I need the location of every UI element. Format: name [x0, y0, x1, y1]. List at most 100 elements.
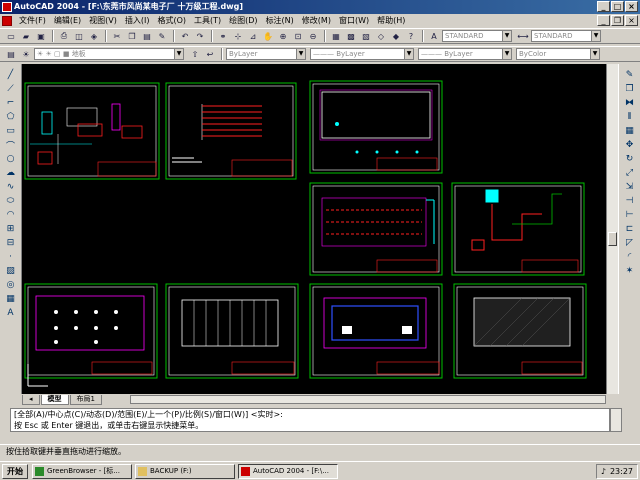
document-icon[interactable] [2, 16, 12, 26]
erase-icon[interactable]: ✎ [623, 68, 637, 82]
menu-window[interactable]: 窗口(W) [335, 14, 373, 28]
menu-edit[interactable]: 编辑(E) [50, 14, 85, 28]
doc-close-button[interactable]: × [625, 15, 638, 26]
maximize-button[interactable]: □ [611, 1, 624, 12]
menu-dimension[interactable]: 标注(N) [262, 14, 298, 28]
make-current-layer-icon[interactable]: ⇧ [188, 48, 202, 61]
menu-file[interactable]: 文件(F) [15, 14, 50, 28]
region-icon[interactable]: ◎ [4, 278, 18, 292]
mirror-icon[interactable]: ⧓ [623, 96, 637, 110]
copy-icon[interactable]: ❐ [125, 30, 139, 43]
chevron-down-icon[interactable]: ▼ [502, 31, 511, 41]
vertical-scroll-thumb[interactable] [608, 232, 617, 246]
save-icon[interactable]: ▣ [34, 30, 48, 43]
drawing-sheet-7[interactable] [165, 283, 299, 379]
mtext-icon[interactable]: A [4, 306, 18, 320]
dim-style-select[interactable]: STANDARD ▼ [531, 30, 601, 42]
make-block-icon[interactable]: ⊟ [4, 236, 18, 250]
minimize-button[interactable]: _ [597, 1, 610, 12]
doc-minimize-button[interactable]: _ [597, 15, 610, 26]
chevron-down-icon[interactable]: ▼ [404, 49, 413, 59]
rotate-icon[interactable]: ↻ [623, 152, 637, 166]
arc-icon[interactable]: ⌒ [4, 138, 18, 152]
menu-modify[interactable]: 修改(M) [298, 14, 335, 28]
new-icon[interactable]: ▭ [4, 30, 18, 43]
command-scrollbar[interactable] [610, 408, 622, 432]
markup-icon[interactable]: ◆ [389, 30, 403, 43]
explode-icon[interactable]: ✶ [623, 264, 637, 278]
volume-icon[interactable]: ♪ [601, 465, 606, 478]
help-icon[interactable]: ? [404, 30, 418, 43]
fillet-icon[interactable]: ◜ [623, 250, 637, 264]
print-icon[interactable]: ⎙ [57, 30, 71, 43]
match-properties-icon[interactable]: ✎ [155, 30, 169, 43]
horizontal-scrollbar[interactable] [130, 395, 606, 404]
menu-tools[interactable]: 工具(T) [190, 14, 225, 28]
drawing-sheet-9[interactable] [453, 283, 587, 379]
construction-line-icon[interactable]: ⟋ [4, 82, 18, 96]
dim-style-icon[interactable]: ⟷ [516, 30, 530, 43]
drawing-sheet-1[interactable] [24, 82, 160, 180]
stretch-icon[interactable]: ⇲ [623, 180, 637, 194]
dbconnect-icon[interactable]: ◇ [374, 30, 388, 43]
tab-model[interactable]: 模型 [40, 394, 69, 405]
move-icon[interactable]: ✥ [623, 138, 637, 152]
point-icon[interactable]: · [4, 250, 18, 264]
drawing-sheet-5[interactable] [451, 182, 585, 276]
drawing-sheet-3[interactable] [309, 80, 443, 174]
array-icon[interactable]: ▦ [623, 124, 637, 138]
paste-icon[interactable]: ▤ [140, 30, 154, 43]
plotstyle-select[interactable]: ByColor ▼ [516, 48, 600, 60]
start-button[interactable]: 开始 [2, 463, 28, 479]
clock[interactable]: 23:27 [610, 465, 633, 478]
chamfer-icon[interactable]: ◸ [623, 236, 637, 250]
insert-block-icon[interactable]: ⊞ [4, 222, 18, 236]
menu-insert[interactable]: 插入(I) [121, 14, 154, 28]
ellipse-arc-icon[interactable]: ◠ [4, 208, 18, 222]
table-icon[interactable]: ▦ [4, 292, 18, 306]
cut-icon[interactable]: ✂ [110, 30, 124, 43]
zoom-realtime-icon[interactable]: ⊕ [276, 30, 290, 43]
polyline-icon[interactable]: ⌐ [4, 96, 18, 110]
layer-previous-icon[interactable]: ↩ [203, 48, 217, 61]
zoom-previous-icon[interactable]: ⊖ [306, 30, 320, 43]
chevron-down-icon[interactable]: ▼ [590, 49, 599, 59]
menu-draw[interactable]: 绘图(D) [225, 14, 261, 28]
ucs-icon[interactable]: ⊿ [246, 30, 260, 43]
chevron-down-icon[interactable]: ▼ [591, 31, 600, 41]
layer-select[interactable]: ☀ ☀ ▢ ■ 地板 ▼ [34, 48, 184, 60]
polygon-icon[interactable]: ⬠ [4, 110, 18, 124]
undo-icon[interactable]: ↶ [178, 30, 192, 43]
tool-palettes-icon[interactable]: ▧ [359, 30, 373, 43]
linetype-select[interactable]: ——— ByLayer ▼ [310, 48, 414, 60]
redo-icon[interactable]: ↷ [193, 30, 207, 43]
object-snap-icon[interactable]: ⊹ [231, 30, 245, 43]
zoom-window-icon[interactable]: ⊡ [291, 30, 305, 43]
task-backup-folder[interactable]: BACKUP (F:) [135, 463, 235, 479]
text-style-icon[interactable]: A [427, 30, 441, 43]
break-icon[interactable]: ⊏ [623, 222, 637, 236]
pan-icon[interactable]: ✋ [261, 30, 275, 43]
preview-icon[interactable]: ◫ [72, 30, 86, 43]
chevron-down-icon[interactable]: ▼ [296, 49, 305, 59]
publish-icon[interactable]: ◈ [87, 30, 101, 43]
scale-icon[interactable]: ⤢ [623, 166, 637, 180]
trim-icon[interactable]: ⊣ [623, 194, 637, 208]
task-greenbrowser[interactable]: GreenBrowser - [标... [32, 463, 132, 479]
vertical-scrollbar[interactable] [606, 64, 618, 394]
menu-view[interactable]: 视图(V) [85, 14, 121, 28]
rectangle-icon[interactable]: ▭ [4, 124, 18, 138]
text-style-select[interactable]: STANDARD ▼ [442, 30, 512, 42]
copy-object-icon[interactable]: ❐ [623, 82, 637, 96]
drawing-sheet-8[interactable] [309, 283, 443, 379]
close-button[interactable]: × [625, 1, 638, 12]
revision-cloud-icon[interactable]: ☁ [4, 166, 18, 180]
layer-state-icon[interactable]: ☀ [19, 48, 33, 61]
open-icon[interactable]: ▰ [19, 30, 33, 43]
task-autocad[interactable]: AutoCAD 2004 - [F:\... [238, 463, 338, 479]
color-select[interactable]: ByLayer ▼ [226, 48, 306, 60]
spline-icon[interactable]: ∿ [4, 180, 18, 194]
autocad-app-icon[interactable] [2, 2, 12, 12]
tab-layout1[interactable]: 布局1 [69, 394, 102, 405]
drawing-canvas[interactable] [22, 64, 606, 394]
